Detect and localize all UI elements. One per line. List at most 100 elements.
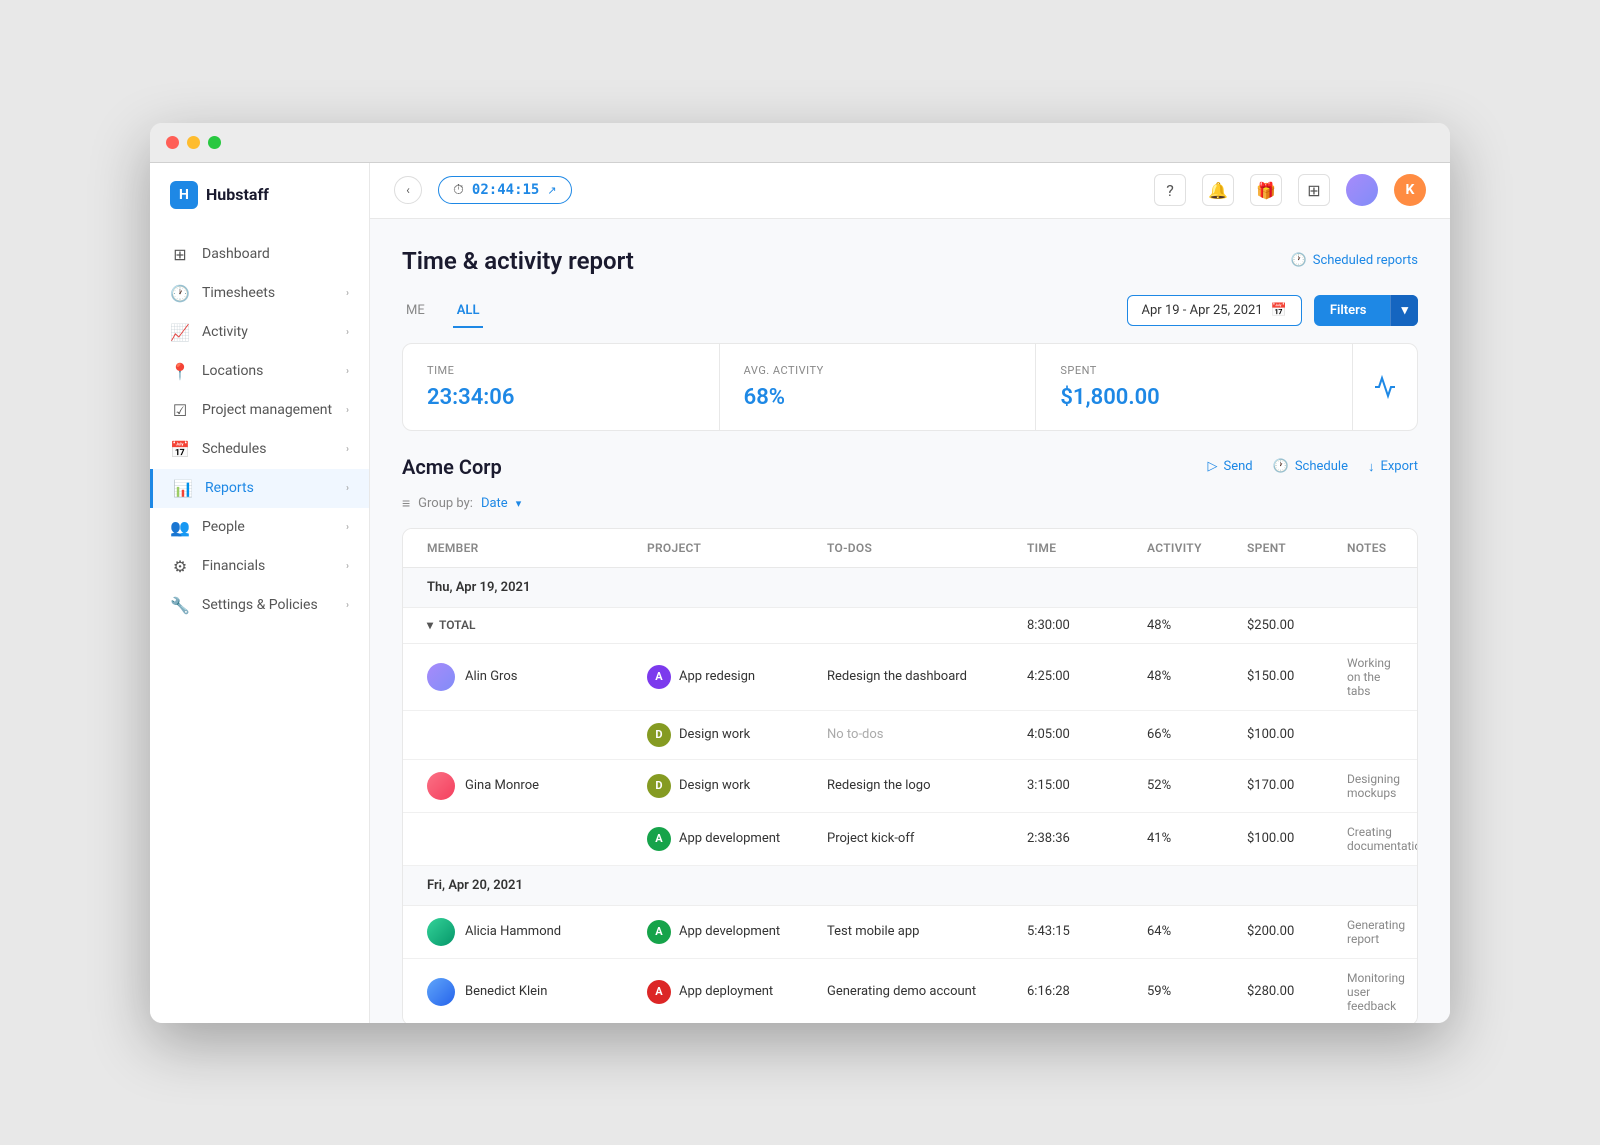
col-project: Project [647,541,827,555]
date-group-header-2: Fri, Apr 20, 2021 [403,866,1417,906]
project-cell: A App deployment [647,980,827,1004]
app-body: H Hubstaff ⊞ Dashboard 🕐 Timesheets › 📈 … [150,163,1450,1023]
sidebar-item-label: Project management [202,402,332,418]
activity-cell: 52% [1147,778,1247,793]
sidebar-item-reports[interactable]: 📊 Reports › [150,469,369,508]
stat-chart-button[interactable] [1353,344,1417,430]
avatar [427,772,455,800]
project-badge: A [647,980,671,1004]
help-button[interactable]: ? [1154,174,1186,206]
member-name: Gina Monroe [465,778,539,793]
sidebar-logo: H Hubstaff [150,163,369,227]
gift-button[interactable]: 🎁 [1250,174,1282,206]
sidebar-item-locations[interactable]: 📍 Locations › [150,352,369,391]
topbar-icons: ? 🔔 🎁 ⊞ K [1154,174,1426,206]
stat-avg-activity: AVG. ACTIVITY 68% [720,344,1037,430]
fullscreen-window-button[interactable] [208,136,221,149]
sidebar-item-schedules[interactable]: 📅 Schedules › [150,430,369,469]
export-icon: ↓ [1368,459,1375,475]
sidebar-item-timesheets[interactable]: 🕐 Timesheets › [150,274,369,313]
table-row: A App development Project kick-off 2:38:… [403,813,1417,866]
notes-cell: Creating documentation [1347,825,1418,853]
groupby-row: ≡ Group by: Date ▾ [402,495,1418,512]
total-time: 8:30:00 [1027,618,1147,633]
time-cell: 4:05:00 [1027,727,1147,742]
send-button[interactable]: ▷ Send [1208,459,1253,474]
close-window-button[interactable] [166,136,179,149]
member-cell: Gina Monroe [427,772,647,800]
dashboard-icon: ⊞ [170,245,190,264]
project-name: App deployment [679,984,773,999]
table-row: Gina Monroe D Design work Redesign the l… [403,760,1417,813]
filters-button[interactable]: Filters ▾ [1314,295,1418,326]
groupby-value[interactable]: Date [481,496,508,511]
time-cell: 6:16:28 [1027,984,1147,999]
timer-widget[interactable]: ⏱ 02:44:15 ↗ [438,176,572,204]
avatar [427,918,455,946]
schedules-icon: 📅 [170,440,190,459]
main-area: ‹ ⏱ 02:44:15 ↗ ? 🔔 🎁 ⊞ K [370,163,1450,1023]
filters-row: Apr 19 - Apr 25, 2021 📅 Filters ▾ [1127,295,1418,326]
settings-icon: 🔧 [170,596,190,615]
scheduled-reports-link[interactable]: 🕐 Scheduled reports [1291,253,1418,268]
sidebar-item-label: Timesheets [202,285,275,301]
minimize-window-button[interactable] [187,136,200,149]
total-label: ▾ TOTAL [427,618,647,632]
project-name: App development [679,831,780,846]
people-icon: 👥 [170,518,190,537]
sidebar-item-project-management[interactable]: ☑ Project management › [150,391,369,430]
project-badge: D [647,723,671,747]
project-name: Design work [679,778,750,793]
sidebar-nav: ⊞ Dashboard 🕐 Timesheets › 📈 Activity › … [150,227,369,1023]
logo-icon: H [170,181,198,209]
date-range-picker[interactable]: Apr 19 - Apr 25, 2021 📅 [1127,295,1302,326]
schedule-button[interactable]: 🕐 Schedule [1273,459,1348,474]
todo-cell: Redesign the logo [827,778,1027,793]
tab-all[interactable]: ALL [453,295,484,328]
member-name: Benedict Klein [465,984,547,999]
table-row: D Design work No to-dos 4:05:00 66% $100… [403,711,1417,760]
sidebar-item-label: Activity [202,324,248,340]
sidebar-item-dashboard[interactable]: ⊞ Dashboard [150,235,369,274]
time-value: 23:34:06 [427,385,695,410]
spent-cell: $100.00 [1247,831,1347,846]
activity-cell: 41% [1147,831,1247,846]
member-cell: Alin Gros [427,663,647,691]
timer-value: 02:44:15 [472,182,539,198]
col-spent: Spent [1247,541,1347,555]
tabs-row: ME ALL [402,295,483,327]
todo-cell-none: No to-dos [827,727,1027,742]
chevron-right-icon: › [346,444,349,455]
chevron-right-icon: › [346,600,349,611]
project-name: App development [679,924,780,939]
activity-cell: 59% [1147,984,1247,999]
export-button[interactable]: ↓ Export [1368,459,1418,475]
financials-icon: ⚙ [170,557,190,576]
sidebar-item-settings-policies[interactable]: 🔧 Settings & Policies › [150,586,369,625]
project-badge: D [647,774,671,798]
content-area: Time & activity report 🕐 Scheduled repor… [370,219,1450,1023]
notes-cell: Designing mockups [1347,772,1400,800]
filters-dropdown-arrow[interactable]: ▾ [1390,295,1418,326]
time-cell: 4:25:00 [1027,669,1147,684]
activity-cell: 66% [1147,727,1247,742]
sidebar-item-people[interactable]: 👥 People › [150,508,369,547]
sidebar-item-activity[interactable]: 📈 Activity › [150,313,369,352]
sidebar-item-label: Locations [202,363,263,379]
notifications-button[interactable]: 🔔 [1202,174,1234,206]
sidebar-item-label: Dashboard [202,246,270,262]
sidebar-item-financials[interactable]: ⚙ Financials › [150,547,369,586]
back-button[interactable]: ‹ [394,176,422,204]
tab-me[interactable]: ME [402,295,429,328]
project-cell: D Design work [647,723,827,747]
col-time: Time [1027,541,1147,555]
collapse-icon[interactable]: ▾ [427,618,433,632]
account-avatar[interactable]: K [1394,174,1426,206]
member-name: Alicia Hammond [465,924,561,939]
apps-button[interactable]: ⊞ [1298,174,1330,206]
project-name: Design work [679,727,750,742]
user-avatar[interactable] [1346,174,1378,206]
sidebar-item-label: People [202,519,245,535]
chevron-right-icon: › [346,522,349,533]
sidebar-item-label: Reports [205,480,254,496]
